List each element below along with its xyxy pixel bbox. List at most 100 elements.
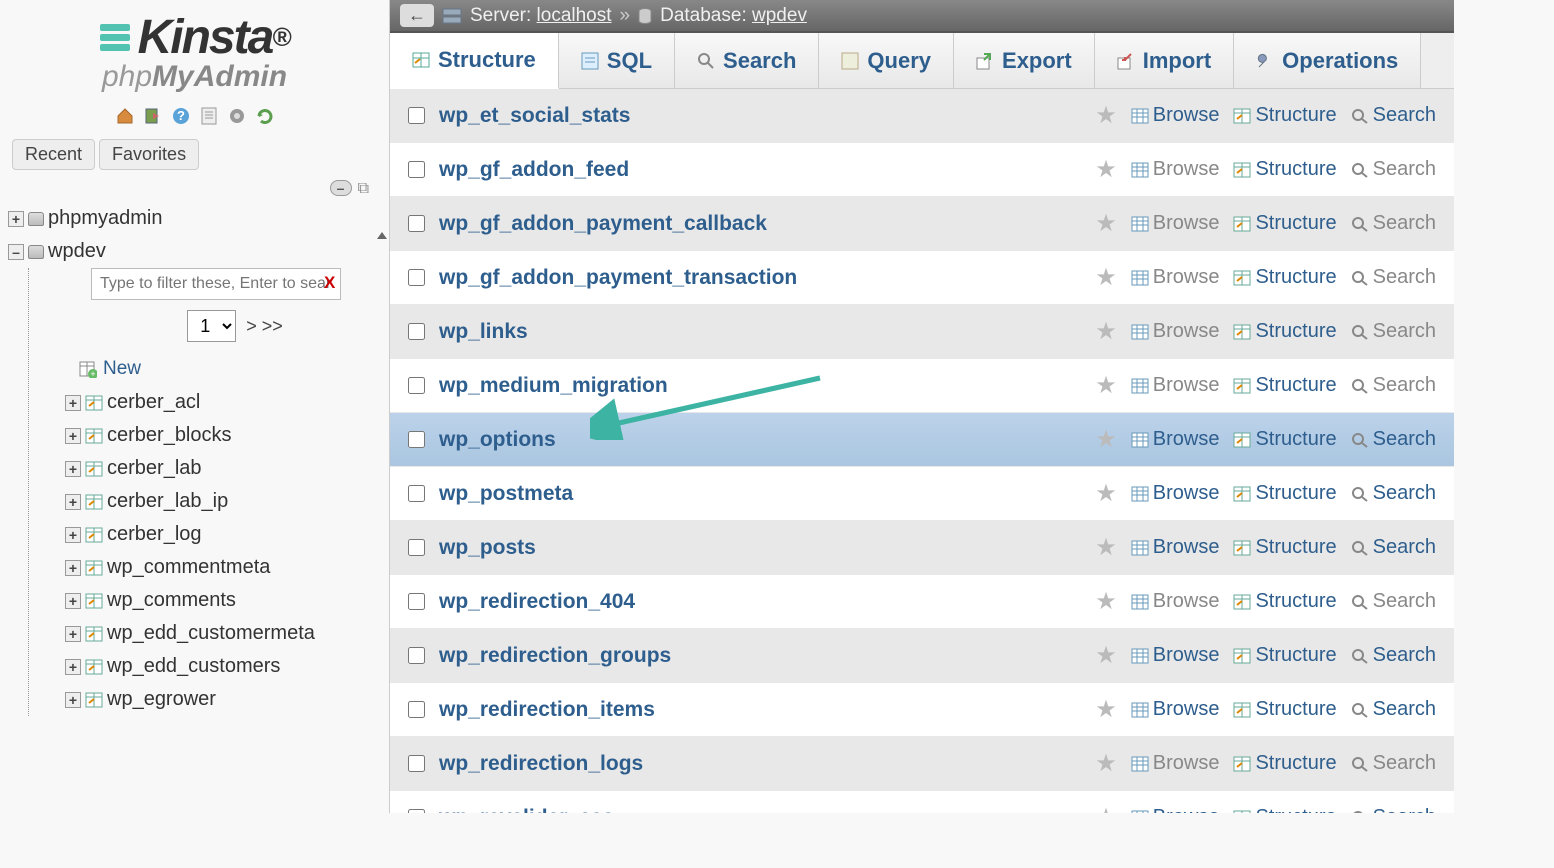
row-checkbox[interactable] [408, 161, 425, 178]
search-action[interactable]: Search [1351, 158, 1436, 181]
row-checkbox[interactable] [408, 107, 425, 124]
search-action[interactable]: Search [1351, 374, 1436, 397]
favorite-icon[interactable]: ★ [1095, 371, 1117, 400]
search-action[interactable]: Search [1351, 104, 1436, 127]
favorites-tab[interactable]: Favorites [99, 139, 199, 170]
favorite-icon[interactable]: ★ [1095, 695, 1117, 724]
new-table-link[interactable]: + New [79, 352, 381, 386]
tree-db-wpdev[interactable]: – wpdev [8, 235, 381, 268]
database-link[interactable]: Database: wpdev [660, 5, 807, 27]
row-checkbox[interactable] [408, 539, 425, 556]
browse-action[interactable]: Browse [1131, 644, 1220, 667]
row-checkbox[interactable] [408, 215, 425, 232]
tree-table-item[interactable]: + cerber_lab_ip [65, 485, 381, 518]
collapse-all-icon[interactable]: – [330, 180, 352, 196]
tab-search[interactable]: Search [675, 33, 819, 88]
table-name-link[interactable]: wp_posts [439, 536, 1081, 560]
table-name-link[interactable]: wp_postmeta [439, 482, 1081, 506]
tree-table-item[interactable]: + cerber_log [65, 518, 381, 551]
tab-operations[interactable]: Operations [1234, 33, 1421, 88]
structure-action[interactable]: Structure [1233, 644, 1336, 667]
row-checkbox[interactable] [408, 809, 425, 813]
tab-import[interactable]: Import [1095, 33, 1234, 88]
home-icon[interactable] [114, 105, 136, 127]
tree-table-item[interactable]: + wp_egrower [65, 683, 381, 716]
favorite-icon[interactable]: ★ [1095, 155, 1117, 184]
favorite-icon[interactable]: ★ [1095, 587, 1117, 616]
exit-icon[interactable] [142, 105, 164, 127]
row-checkbox[interactable] [408, 701, 425, 718]
clear-filter-icon[interactable]: X [324, 273, 335, 292]
favorite-icon[interactable]: ★ [1095, 101, 1117, 130]
tab-structure[interactable]: Structure [390, 33, 559, 89]
tree-table-item[interactable]: + cerber_acl [65, 386, 381, 419]
search-action[interactable]: Search [1351, 428, 1436, 451]
browse-action[interactable]: Browse [1131, 752, 1220, 775]
favorite-icon[interactable]: ★ [1095, 479, 1117, 508]
structure-action[interactable]: Structure [1233, 428, 1336, 451]
expand-icon[interactable]: + [65, 428, 81, 444]
browse-action[interactable]: Browse [1131, 590, 1220, 613]
search-action[interactable]: Search [1351, 266, 1436, 289]
tree-db-phpmyadmin[interactable]: + phpmyadmin [8, 202, 381, 235]
table-name-link[interactable]: wp_redirection_items [439, 698, 1081, 722]
expand-icon[interactable]: + [65, 626, 81, 642]
tab-export[interactable]: Export [954, 33, 1095, 88]
table-name-link[interactable]: wp_gf_addon_feed [439, 158, 1081, 182]
favorite-icon[interactable]: ★ [1095, 641, 1117, 670]
browse-action[interactable]: Browse [1131, 212, 1220, 235]
search-action[interactable]: Search [1351, 482, 1436, 505]
browse-action[interactable]: Browse [1131, 536, 1220, 559]
row-checkbox[interactable] [408, 593, 425, 610]
browse-action[interactable]: Browse [1131, 104, 1220, 127]
search-action[interactable]: Search [1351, 698, 1436, 721]
structure-action[interactable]: Structure [1233, 374, 1336, 397]
structure-action[interactable]: Structure [1233, 752, 1336, 775]
favorite-icon[interactable]: ★ [1095, 263, 1117, 292]
structure-action[interactable]: Structure [1233, 806, 1336, 813]
back-button[interactable]: ← [400, 4, 434, 27]
row-checkbox[interactable] [408, 485, 425, 502]
table-name-link[interactable]: wp_redirection_logs [439, 752, 1081, 776]
row-checkbox[interactable] [408, 269, 425, 286]
structure-action[interactable]: Structure [1233, 266, 1336, 289]
expand-icon[interactable]: + [65, 593, 81, 609]
table-name-link[interactable]: wp_medium_migration [439, 374, 1081, 398]
page-select[interactable]: 1 [187, 310, 236, 342]
browse-action[interactable]: Browse [1131, 698, 1220, 721]
search-action[interactable]: Search [1351, 212, 1436, 235]
browse-action[interactable]: Browse [1131, 428, 1220, 451]
tree-table-item[interactable]: + cerber_blocks [65, 419, 381, 452]
row-checkbox[interactable] [408, 647, 425, 664]
structure-action[interactable]: Structure [1233, 482, 1336, 505]
structure-action[interactable]: Structure [1233, 212, 1336, 235]
expand-icon[interactable]: + [65, 527, 81, 543]
table-name-link[interactable]: wp_gf_addon_payment_transaction [439, 266, 1081, 290]
browse-action[interactable]: Browse [1131, 374, 1220, 397]
search-action[interactable]: Search [1351, 806, 1436, 813]
row-checkbox[interactable] [408, 755, 425, 772]
server-link[interactable]: Server: localhost [470, 5, 612, 27]
gear-icon[interactable] [226, 105, 248, 127]
search-action[interactable]: Search [1351, 752, 1436, 775]
search-action[interactable]: Search [1351, 536, 1436, 559]
table-name-link[interactable]: wp_redirection_404 [439, 590, 1081, 614]
expand-icon[interactable]: + [8, 211, 24, 227]
table-name-link[interactable]: wp_et_social_stats [439, 104, 1081, 128]
collapse-icon[interactable]: – [8, 244, 24, 260]
row-checkbox[interactable] [408, 377, 425, 394]
search-action[interactable]: Search [1351, 320, 1436, 343]
row-checkbox[interactable] [408, 323, 425, 340]
browse-action[interactable]: Browse [1131, 482, 1220, 505]
row-checkbox[interactable] [408, 431, 425, 448]
browse-action[interactable]: Browse [1131, 320, 1220, 343]
doc-icon[interactable] [198, 105, 220, 127]
browse-action[interactable]: Browse [1131, 158, 1220, 181]
structure-action[interactable]: Structure [1233, 320, 1336, 343]
favorite-icon[interactable]: ★ [1095, 803, 1117, 813]
table-name-link[interactable]: wp_revslider_css [439, 806, 1081, 814]
expand-icon[interactable]: + [65, 461, 81, 477]
tab-query[interactable]: Query [819, 33, 954, 88]
tree-table-item[interactable]: + wp_edd_customermeta [65, 617, 381, 650]
structure-action[interactable]: Structure [1233, 158, 1336, 181]
